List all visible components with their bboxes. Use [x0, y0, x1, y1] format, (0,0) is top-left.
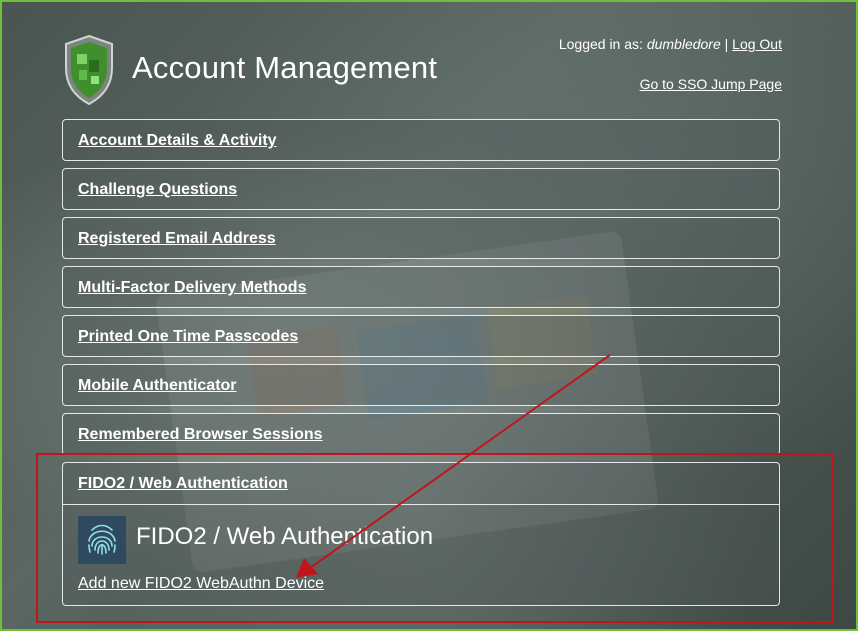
menu-item-browser-sessions[interactable]: Remembered Browser Sessions — [62, 413, 780, 455]
menu-link-fido2[interactable]: FIDO2 / Web Authentication — [78, 475, 288, 493]
fido2-panel-header[interactable]: FIDO2 / Web Authentication — [63, 463, 779, 505]
fido2-heading: FIDO2 / Web Authentication — [136, 523, 434, 550]
menu-item-account-details[interactable]: Account Details & Activity — [62, 119, 780, 161]
logged-in-label: Logged in as: — [558, 36, 643, 52]
menu-item-mfa-delivery[interactable]: Multi-Factor Delivery Methods — [62, 266, 780, 308]
menu-link[interactable]: Multi-Factor Delivery Methods — [78, 279, 306, 297]
menu-item-challenge-questions[interactable]: Challenge Questions — [62, 168, 780, 210]
page-title: Account Management — [132, 50, 438, 85]
separator: | — [724, 36, 729, 52]
sso-jump-link[interactable]: Go to SSO Jump Page — [640, 76, 782, 92]
menu-link[interactable]: Mobile Authenticator — [78, 377, 237, 395]
menu-link[interactable]: Account Details & Activity — [78, 132, 277, 150]
menu-link[interactable]: Remembered Browser Sessions — [78, 426, 323, 444]
shield-logo-icon — [65, 34, 113, 106]
username: dumbledore — [646, 36, 721, 52]
fido2-panel: FIDO2 / Web Authentication FIDO2 / Web A… — [62, 462, 780, 606]
menu-item-registered-email[interactable]: Registered Email Address — [62, 217, 780, 259]
login-status: Logged in as: dumbledore | Log Out — [559, 36, 782, 52]
logout-link[interactable]: Log Out — [732, 36, 782, 52]
fingerprint-icon — [78, 516, 126, 564]
menu-link[interactable]: Registered Email Address — [78, 230, 276, 248]
menu-item-mobile-authenticator[interactable]: Mobile Authenticator — [62, 364, 780, 406]
menu-item-printed-otp[interactable]: Printed One Time Passcodes — [62, 315, 780, 357]
add-fido2-device-link[interactable]: Add new FIDO2 WebAuthn Device — [78, 575, 324, 593]
menu-link[interactable]: Challenge Questions — [78, 181, 237, 199]
menu-link[interactable]: Printed One Time Passcodes — [78, 328, 298, 346]
